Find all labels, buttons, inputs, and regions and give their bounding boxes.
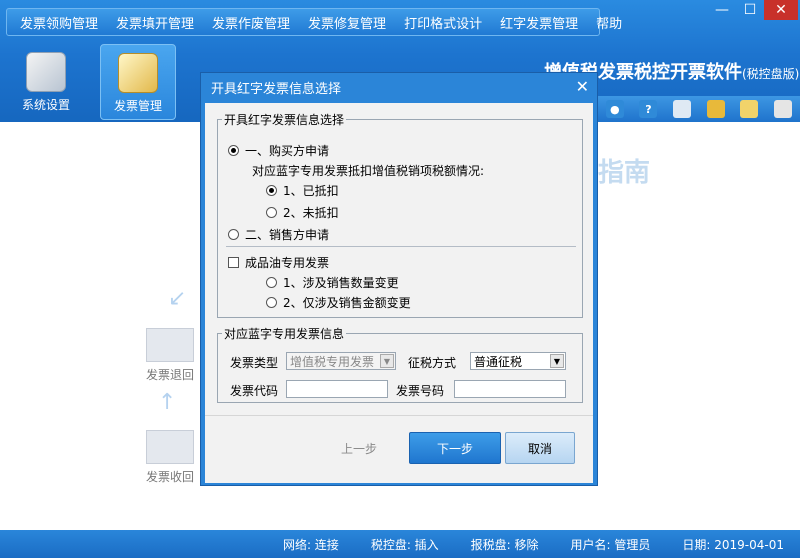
status-report-disk: 报税盘: 移除 — [470, 537, 539, 552]
dialog-title-bar: 开具红字发票信息选择 ✕ — [201, 73, 597, 101]
dialog-button-bar: 上一步 下一步 取消 — [205, 415, 593, 483]
oil-invoice-option[interactable]: 成品油专用发票 — [228, 254, 329, 271]
cancel-button[interactable]: 取消 — [505, 432, 575, 464]
menu-invoice-purchase[interactable]: 发票领购管理 — [11, 13, 107, 32]
not-deducted-radio[interactable] — [266, 207, 277, 218]
system-settings-label: 系统设置 — [21, 98, 70, 112]
group-divider — [226, 246, 576, 247]
deduction-question: 对应蓝字专用发票抵扣增值税销项税额情况: — [252, 162, 484, 179]
next-step-button[interactable]: 下一步 — [409, 432, 501, 464]
invoice-recall-icon — [146, 430, 194, 464]
calculator-icon[interactable] — [774, 100, 793, 118]
invoice-recall-item[interactable]: 发票收回 — [146, 430, 194, 485]
info-group-legend: 对应蓝字专用发票信息 — [224, 327, 345, 341]
key-icon[interactable] — [706, 100, 725, 118]
not-deducted-label: 2、未抵扣 — [283, 206, 339, 220]
menu-print-format[interactable]: 打印格式设计 — [395, 13, 491, 32]
oil-quantity-radio[interactable] — [266, 277, 277, 288]
help-icon[interactable]: ? — [639, 100, 658, 118]
settings-icon — [26, 52, 66, 92]
invoice-recall-label: 发票收回 — [146, 470, 195, 484]
status-date: 日期: 2019-04-01 — [682, 537, 784, 552]
status-user: 用户名: 管理员 — [570, 537, 651, 552]
system-settings-button[interactable]: 系统设置 — [8, 44, 84, 120]
invoice-number-input[interactable] — [454, 380, 566, 398]
invoice-type-select[interactable]: 增值税专用发票 ▼ — [286, 352, 396, 370]
buyer-apply-option[interactable]: 一、购买方申请 — [228, 142, 329, 159]
guide-heading: 指南 — [598, 158, 651, 188]
chevron-down-icon: ▼ — [380, 354, 394, 368]
invoice-number-label: 发票号码 — [396, 384, 445, 398]
tax-method-value: 普通征税 — [474, 354, 523, 369]
deducted-radio[interactable] — [266, 185, 277, 196]
oil-invoice-label: 成品油专用发票 — [245, 256, 330, 270]
menu-red-invoice[interactable]: 红字发票管理 — [491, 13, 587, 32]
menu-help[interactable]: 帮助 — [587, 13, 631, 32]
window-icon[interactable] — [673, 100, 692, 118]
invoice-type-value: 增值税专用发票 — [290, 354, 375, 369]
invoice-management-button[interactable]: 发票管理 — [100, 44, 176, 120]
deducted-label: 1、已抵扣 — [283, 184, 339, 198]
info-group: 对应蓝字专用发票信息 发票类型 增值税专用发票 ▼ 征税方式 普通征税 ▼ 发票… — [217, 325, 583, 403]
invoice-return-label: 发票退回 — [146, 368, 195, 382]
dialog-body: 开具红字发票信息选择 一、购买方申请 对应蓝字专用发票抵扣增值税销项税额情况: … — [205, 103, 593, 483]
select-group: 开具红字发票信息选择 一、购买方申请 对应蓝字专用发票抵扣增值税销项税额情况: … — [217, 111, 583, 318]
deducted-option[interactable]: 1、已抵扣 — [266, 182, 339, 199]
red-invoice-dialog: 开具红字发票信息选择 ✕ 开具红字发票信息选择 一、购买方申请 对应蓝字专用发票… — [200, 72, 598, 486]
folder-icon — [118, 53, 158, 93]
status-tax-disk: 税控盘: 插入 — [370, 537, 439, 552]
menu-invoice-void[interactable]: 发票作废管理 — [203, 13, 299, 32]
lock-icon[interactable] — [740, 100, 759, 118]
seller-apply-label: 二、销售方申请 — [245, 228, 330, 242]
invoice-code-label: 发票代码 — [230, 384, 279, 398]
oil-amount-radio[interactable] — [266, 297, 277, 308]
window-controls: — ☐ ✕ — [708, 0, 798, 20]
invoice-return-item[interactable]: 发票退回 — [146, 328, 194, 383]
seller-apply-radio[interactable] — [228, 229, 239, 240]
oil-amount-label: 2、仅涉及销售金额变更 — [283, 296, 411, 310]
dialog-close-icon[interactable]: ✕ — [576, 77, 589, 96]
arrow-up-icon: ↑ — [158, 390, 177, 415]
menu-bar: 发票领购管理 发票填开管理 发票作废管理 发票修复管理 打印格式设计 红字发票管… — [6, 8, 622, 36]
menu-invoice-issue[interactable]: 发票填开管理 — [107, 13, 203, 32]
invoice-code-input[interactable] — [286, 380, 388, 398]
tax-method-label: 征税方式 — [408, 356, 457, 370]
oil-amount-option[interactable]: 2、仅涉及销售金额变更 — [266, 294, 411, 311]
buyer-apply-radio[interactable] — [228, 145, 239, 156]
tax-method-select[interactable]: 普通征税 ▼ — [470, 352, 566, 370]
chevron-down-icon: ▼ — [550, 354, 564, 368]
prev-step-button[interactable]: 上一步 — [321, 432, 397, 464]
dialog-title: 开具红字发票信息选择 — [211, 81, 342, 97]
status-network: 网络: 连接 — [282, 537, 339, 552]
oil-invoice-checkbox[interactable] — [228, 257, 239, 268]
arrow-diagonal-icon: ↙ — [168, 286, 187, 311]
tool-strip: ● ? — [598, 96, 800, 122]
deduction-question-label: 对应蓝字专用发票抵扣增值税销项税额情况: — [252, 164, 485, 178]
buyer-apply-label: 一、购买方申请 — [245, 144, 330, 158]
select-group-legend: 开具红字发票信息选择 — [224, 113, 345, 127]
seller-apply-option[interactable]: 二、销售方申请 — [228, 226, 329, 243]
oil-quantity-label: 1、涉及销售数量变更 — [283, 276, 399, 290]
status-bar: 网络: 连接 税控盘: 插入 报税盘: 移除 用户名: 管理员 日期: 2019… — [0, 530, 800, 558]
invoice-type-label: 发票类型 — [230, 356, 279, 370]
close-window-icon[interactable]: ✕ — [764, 0, 798, 20]
invoice-return-icon — [146, 328, 194, 362]
menu-invoice-repair[interactable]: 发票修复管理 — [299, 13, 395, 32]
not-deducted-option[interactable]: 2、未抵扣 — [266, 204, 339, 221]
minimize-icon[interactable]: — — [708, 0, 736, 20]
maximize-icon[interactable]: ☐ — [736, 0, 764, 20]
brand-edition: (税控盘版) — [742, 67, 800, 81]
globe-icon[interactable]: ● — [605, 100, 624, 118]
oil-quantity-option[interactable]: 1、涉及销售数量变更 — [266, 274, 399, 291]
invoice-management-label: 发票管理 — [113, 99, 162, 113]
